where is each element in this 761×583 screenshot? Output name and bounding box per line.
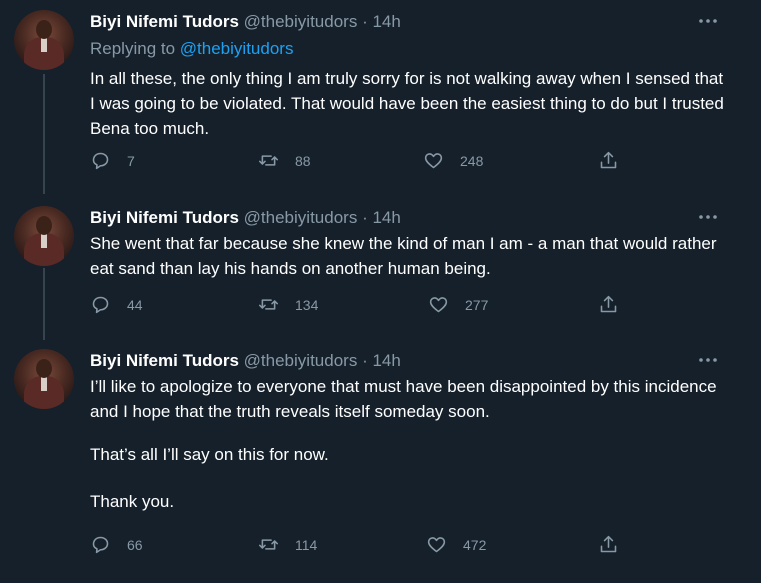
separator-dot: · — [362, 12, 368, 31]
heart-icon — [424, 153, 443, 169]
retweet-button[interactable]: 88 — [258, 150, 311, 171]
heart-icon — [427, 537, 446, 553]
tweet-header: Biyi Nifemi Tudors @thebiyitudors · 14h — [90, 351, 401, 371]
tweet-text: In all these, the only thing I am truly … — [90, 66, 730, 141]
reply-count: 7 — [127, 152, 135, 169]
retweet-count: 114 — [295, 536, 318, 553]
tweet-paragraph: I’ll like to apologize to everyone that … — [90, 377, 717, 421]
replying-mention-link[interactable]: @thebiyitudors — [180, 39, 294, 58]
retweet-count: 134 — [295, 296, 319, 313]
like-count: 277 — [465, 296, 489, 313]
like-count: 248 — [460, 152, 484, 169]
tweet-actions: 7 88 248 — [90, 150, 650, 174]
tweet-paragraph: That’s all I’ll say on this for now. — [90, 445, 329, 464]
tweet-paragraph: Thank you. — [90, 492, 175, 511]
author-name[interactable]: Biyi Nifemi Tudors — [90, 351, 239, 370]
reply-button[interactable]: 44 — [90, 294, 143, 315]
more-horizontal-icon[interactable] — [697, 212, 719, 222]
tweet-actions: 44 134 277 — [90, 294, 650, 318]
timestamp[interactable]: 14h — [372, 12, 400, 31]
heart-icon — [429, 297, 448, 313]
tweet-paragraph: In all these, the only thing I am truly … — [90, 69, 724, 138]
retweet-icon — [258, 155, 279, 166]
replying-to: Replying to @thebiyitudors — [90, 39, 293, 59]
author-handle[interactable]: @thebiyitudors — [244, 208, 358, 227]
tweet-text: She went that far because she knew the k… — [90, 231, 730, 281]
author-name[interactable]: Biyi Nifemi Tudors — [90, 208, 239, 227]
like-count: 472 — [463, 536, 487, 553]
replying-label: Replying to — [90, 39, 176, 58]
tweet-paragraph: She went that far because she knew the k… — [90, 234, 717, 278]
reply-bubble-icon — [92, 152, 109, 170]
tweet[interactable]: Biyi Nifemi Tudors @thebiyitudors · 14h … — [0, 196, 761, 341]
tweet-text: I’ll like to apologize to everyone that … — [90, 374, 730, 514]
share-button[interactable] — [598, 534, 619, 555]
retweet-button[interactable]: 134 — [258, 294, 318, 315]
avatar[interactable] — [14, 206, 74, 266]
reply-count: 44 — [127, 296, 143, 313]
separator-dot: · — [362, 208, 368, 227]
reply-button[interactable]: 66 — [90, 534, 143, 555]
reply-button[interactable]: 7 — [90, 150, 135, 171]
tweet-header: Biyi Nifemi Tudors @thebiyitudors · 14h — [90, 208, 401, 228]
share-icon — [600, 295, 617, 313]
like-button[interactable]: 472 — [426, 534, 486, 555]
more-horizontal-icon[interactable] — [697, 355, 719, 365]
share-icon — [600, 535, 617, 553]
author-handle[interactable]: @thebiyitudors — [244, 12, 358, 31]
reply-bubble-icon — [92, 296, 109, 314]
author-handle[interactable]: @thebiyitudors — [244, 351, 358, 370]
reply-count: 66 — [127, 536, 143, 553]
separator-dot: · — [362, 351, 368, 370]
share-icon — [600, 151, 617, 169]
tweet-header: Biyi Nifemi Tudors @thebiyitudors · 14h — [90, 12, 401, 32]
avatar[interactable] — [14, 349, 74, 409]
avatar[interactable] — [14, 10, 74, 70]
retweet-count: 88 — [295, 152, 311, 169]
retweet-icon — [258, 539, 279, 550]
like-button[interactable]: 277 — [428, 294, 488, 315]
share-button[interactable] — [598, 294, 619, 315]
like-button[interactable]: 248 — [423, 150, 483, 171]
timestamp[interactable]: 14h — [372, 351, 400, 370]
more-horizontal-icon[interactable] — [697, 16, 719, 26]
retweet-icon — [258, 299, 279, 310]
reply-bubble-icon — [92, 536, 109, 554]
tweet-actions: 66 114 472 — [90, 534, 650, 558]
tweet[interactable]: Biyi Nifemi Tudors @thebiyitudors · 14h … — [0, 0, 761, 196]
timestamp[interactable]: 14h — [372, 208, 400, 227]
retweet-button[interactable]: 114 — [258, 534, 317, 555]
share-button[interactable] — [598, 150, 619, 171]
author-name[interactable]: Biyi Nifemi Tudors — [90, 12, 239, 31]
tweet[interactable]: Biyi Nifemi Tudors @thebiyitudors · 14h … — [0, 341, 761, 583]
